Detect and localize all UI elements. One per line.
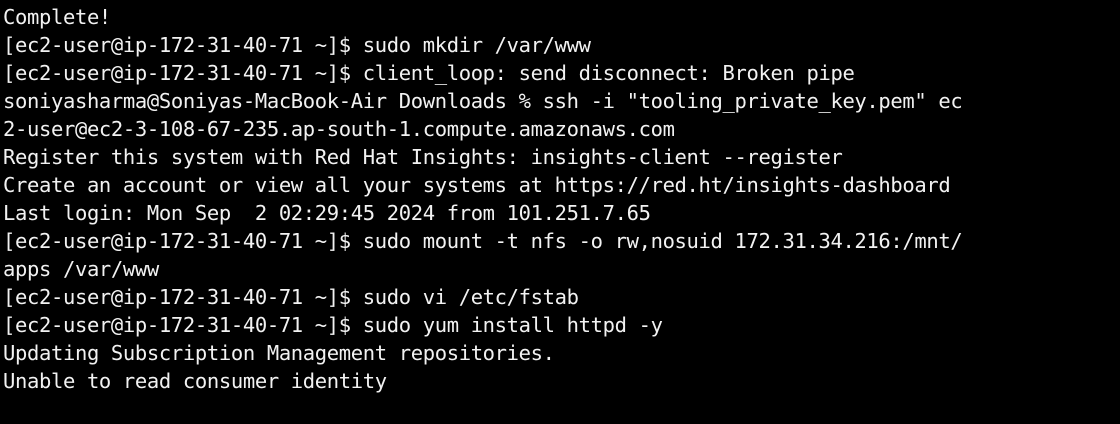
- terminal-line: [ec2-user@ip-172-31-40-71 ~]$ sudo vi /e…: [3, 285, 579, 309]
- terminal-line: Create an account or view all your syste…: [3, 173, 951, 197]
- terminal-line: Last login: Mon Sep 2 02:29:45 2024 from…: [3, 201, 651, 225]
- terminal-line: Unable to read consumer identity: [3, 369, 387, 393]
- terminal-line: 2-user@ec2-3-108-67-235.ap-south-1.compu…: [3, 117, 675, 141]
- terminal-line: [ec2-user@ip-172-31-40-71 ~]$ sudo yum i…: [3, 313, 663, 337]
- terminal-line: apps /var/www: [3, 257, 159, 281]
- terminal-line: Updating Subscription Management reposit…: [3, 341, 555, 365]
- terminal-line: [ec2-user@ip-172-31-40-71 ~]$ sudo mount…: [3, 229, 963, 253]
- terminal-window[interactable]: Complete! [ec2-user@ip-172-31-40-71 ~]$ …: [0, 0, 1120, 424]
- terminal-line: [ec2-user@ip-172-31-40-71 ~]$ sudo mkdir…: [3, 33, 591, 57]
- terminal-line: Register this system with Red Hat Insigh…: [3, 145, 843, 169]
- terminal-line: [ec2-user@ip-172-31-40-71 ~]$ client_loo…: [3, 61, 855, 85]
- terminal-line: Complete!: [3, 5, 111, 29]
- terminal-line: soniyasharma@Soniyas-MacBook-Air Downloa…: [3, 89, 963, 113]
